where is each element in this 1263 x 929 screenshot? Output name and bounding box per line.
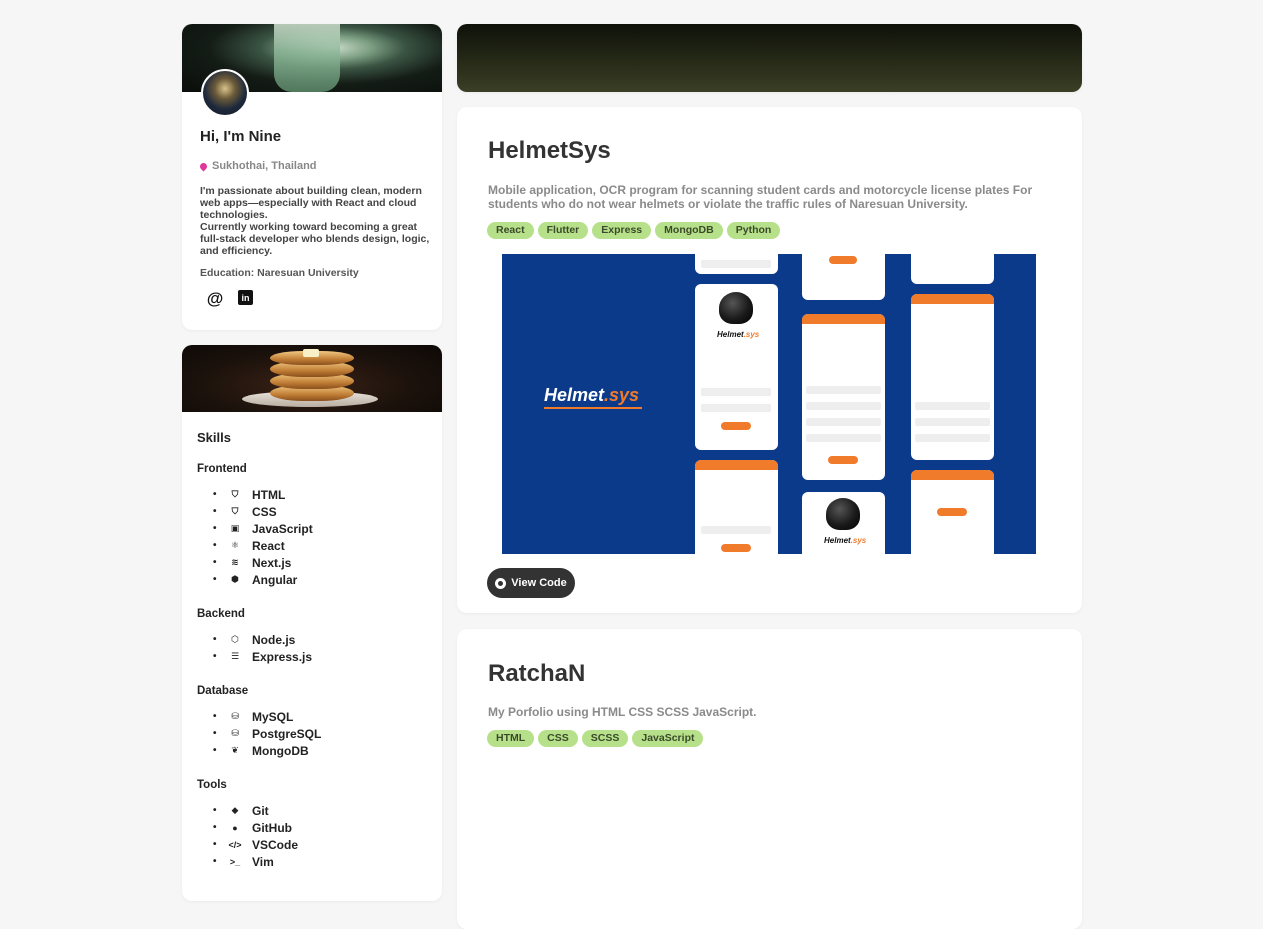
skill-list: ◆ Git ● GitHub </> VSCode >_ Vim — [197, 802, 298, 870]
project-title: HelmetSys — [488, 137, 611, 164]
map-pin-icon — [198, 161, 209, 171]
profile-card: Hi, I'm Nine Sukhothai, Thailand I'm pas… — [182, 24, 442, 330]
tag-chip: SCSS — [581, 730, 629, 747]
section-heading: Tools — [197, 779, 227, 791]
skill-label: Node.js — [252, 632, 296, 647]
project-title: RatchaN — [488, 660, 586, 687]
section-heading: Database — [197, 685, 249, 697]
skill-label: VSCode — [252, 837, 299, 852]
nodejs-icon: ⬡ — [231, 634, 239, 644]
linkedin-icon[interactable]: in — [238, 290, 253, 305]
social-links: @ in — [206, 289, 253, 308]
react-icon: ⚛ — [230, 540, 240, 550]
tag-chip: MongoDB — [655, 222, 723, 239]
skills-section-database: Database ⛁ MySQL ⛁ PostgreSQL ❦ MongoDB — [197, 685, 321, 759]
skills-section-tools: Tools ◆ Git ● GitHub </> VSCode >_ Vim — [197, 779, 298, 870]
skill-item: ⚛ React — [213, 537, 313, 554]
leaf-icon: ❦ — [231, 745, 239, 755]
skill-label: Git — [252, 803, 269, 818]
project-description: My Porfolio using HTML CSS SCSS JavaScri… — [488, 705, 757, 719]
skill-item: </> VSCode — [213, 836, 298, 853]
skill-item: ⛁ MySQL — [213, 708, 321, 725]
skill-label: HTML — [252, 487, 286, 502]
skill-label: Angular — [252, 572, 298, 587]
database-icon: ⛁ — [231, 711, 239, 721]
skill-label: MySQL — [252, 709, 294, 724]
section-heading: Backend — [197, 608, 245, 620]
html5-icon: ⛉ — [231, 489, 239, 499]
tag-chip: Python — [726, 222, 781, 239]
skill-list: ⛁ MySQL ⛁ PostgreSQL ❦ MongoDB — [197, 708, 321, 759]
screenshot-logo: Helmet.sys — [544, 385, 640, 405]
skill-label: GitHub — [252, 820, 292, 835]
project-card: HelmetSys Mobile application, OCR progra… — [457, 107, 1082, 613]
tag-chip: CSS — [538, 730, 578, 747]
profile-location: Sukhothai, Thailand — [198, 160, 317, 172]
javascript-icon: ▣ — [230, 523, 240, 533]
skill-list: ⛉ HTML ⛉ CSS ▣ JavaScript ⚛ React ≋ Next.js ⬢… — [197, 486, 313, 588]
tag-chip: JavaScript — [632, 730, 704, 747]
code-icon: </> — [228, 839, 242, 850]
avatar — [201, 69, 249, 117]
skill-item: ● GitHub — [213, 819, 298, 836]
skill-label: PostgreSQL — [252, 726, 322, 741]
skill-item: ≋ Next.js — [213, 554, 313, 571]
profile-bio: I'm passionate about building clean, mod… — [200, 185, 432, 257]
skills-section-frontend: Frontend ⛉ HTML ⛉ CSS ▣ JavaScript ⚛ React ≋… — [197, 463, 313, 588]
tag-chip: React — [487, 222, 534, 239]
project-card: RatchaN My Porfolio using HTML CSS SCSS … — [457, 629, 1082, 929]
skills-card: Skills Frontend ⛉ HTML ⛉ CSS ▣ JavaScript ⚛… — [182, 345, 442, 901]
view-code-label: View Code — [511, 577, 567, 589]
skill-label: Vim — [252, 854, 274, 869]
skill-item: ⛉ HTML — [213, 486, 313, 503]
github-icon: ● — [232, 822, 238, 833]
skill-item: ◆ Git — [213, 802, 298, 819]
skill-list: ⬡ Node.js ☰ Express.js — [197, 631, 312, 665]
database-icon: ⛁ — [231, 728, 239, 738]
github-icon — [495, 577, 507, 589]
skill-item: ❦ MongoDB — [213, 742, 321, 759]
skill-label: MongoDB — [252, 743, 309, 758]
express-icon: ☰ — [230, 651, 240, 661]
view-code-button[interactable]: View Code — [487, 568, 575, 598]
skills-section-backend: Backend ⬡ Node.js ☰ Express.js — [197, 608, 312, 665]
git-icon: ◆ — [231, 805, 239, 815]
profile-name: Hi, I'm Nine — [200, 128, 282, 145]
email-at-icon[interactable]: @ — [206, 289, 224, 308]
profile-education: Education: Naresuan University — [200, 267, 359, 279]
skills-banner-image — [182, 345, 442, 412]
skill-label: Next.js — [252, 555, 292, 570]
project-screenshot: Helmet.sys Helmet.sys Helmet.sys — [502, 254, 1036, 554]
tag-chip: Flutter — [537, 222, 589, 239]
skill-label: JavaScript — [252, 521, 313, 536]
terminal-icon: >_ — [229, 856, 241, 867]
angular-icon: ⬢ — [231, 574, 239, 584]
bio-text: I'm passionate about building clean, mod… — [200, 185, 430, 257]
nextjs-icon: ≋ — [231, 557, 239, 567]
skill-label: React — [252, 538, 285, 553]
skill-item: ⛉ CSS — [213, 503, 313, 520]
project-tags: React Flutter Express MongoDB Python — [487, 222, 781, 239]
skill-item: ☰ Express.js — [213, 648, 312, 665]
project-tags: HTML CSS SCSS JavaScript — [487, 730, 704, 747]
css3-icon: ⛉ — [231, 506, 239, 516]
skill-label: CSS — [252, 504, 277, 519]
section-heading: Frontend — [197, 463, 247, 475]
skill-item: >_ Vim — [213, 853, 298, 870]
tag-chip: HTML — [487, 730, 535, 747]
location-text: Sukhothai, Thailand — [212, 160, 317, 172]
project-description: Mobile application, OCR program for scan… — [488, 183, 1033, 211]
skill-label: Express.js — [252, 649, 313, 664]
tag-chip: Express — [592, 222, 652, 239]
skill-item: ⬡ Node.js — [213, 631, 312, 648]
header-banner-image — [457, 24, 1082, 92]
skill-item: ▣ JavaScript — [213, 520, 313, 537]
skill-item: ⛁ PostgreSQL — [213, 725, 321, 742]
skills-title: Skills — [197, 430, 231, 445]
skill-item: ⬢ Angular — [213, 571, 313, 588]
